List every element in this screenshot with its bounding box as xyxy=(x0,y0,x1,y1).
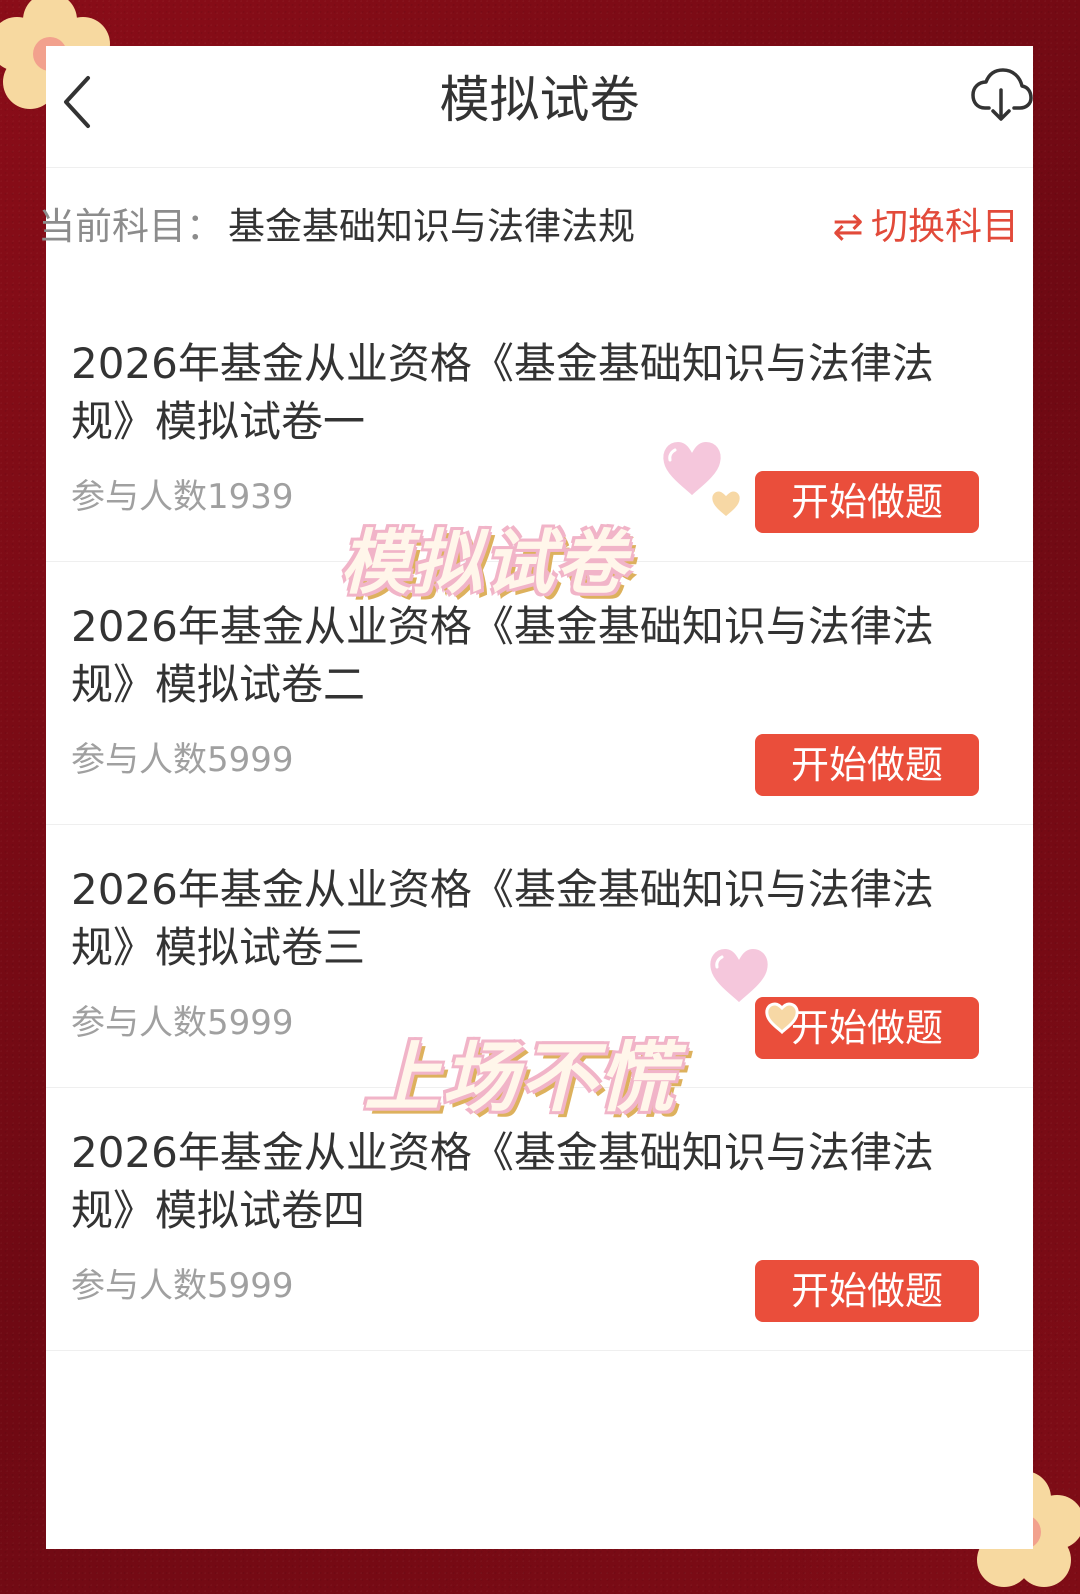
top-navigation: 模拟试卷 xyxy=(46,46,1033,168)
start-exam-button[interactable]: 开始做题 xyxy=(755,734,979,796)
subject-bar: 当前科目： 基金基础知识与法律法规 ⇄ 切换科目 xyxy=(38,168,1033,283)
exam-list: 2026年基金从业资格《基金基础知识与法律法规》模拟试卷一 参与人数1939 开… xyxy=(46,299,1033,1351)
participant-count: 参与人数1939 xyxy=(71,477,294,517)
exam-title: 2026年基金从业资格《基金基础知识与法律法规》模拟试卷一 xyxy=(71,339,934,446)
participant-count: 参与人数5999 xyxy=(71,740,294,780)
subject-label: 当前科目： xyxy=(38,205,223,248)
app-screen: 模拟试卷 当前科目： 基金基础知识与法律法规 ⇄ 切换科目 2026年基金从业资格… xyxy=(38,46,1033,1549)
start-exam-button[interactable]: 开始做题 xyxy=(755,1260,979,1322)
exam-title: 2026年基金从业资格《基金基础知识与法律法规》模拟试卷二 xyxy=(71,602,934,709)
start-exam-button[interactable]: 开始做题 xyxy=(755,471,979,533)
swap-icon: ⇄ xyxy=(832,205,864,248)
exam-title: 2026年基金从业资格《基金基础知识与法律法规》模拟试卷四 xyxy=(71,1128,934,1235)
page-title: 模拟试卷 xyxy=(439,71,640,129)
switch-subject-label: 切换科目 xyxy=(871,205,1019,248)
participant-count: 参与人数5999 xyxy=(71,1266,294,1306)
sticker-text: 模拟试卷 xyxy=(340,522,628,604)
heart-icon xyxy=(765,1002,799,1035)
subject-value: 基金基础知识与法律法规 xyxy=(228,205,635,248)
exam-card: 2026年基金从业资格《基金基础知识与法律法规》模拟试卷四 参与人数5999 开… xyxy=(46,1088,1033,1351)
exam-title: 2026年基金从业资格《基金基础知识与法律法规》模拟试卷三 xyxy=(71,865,934,972)
participant-count: 参与人数5999 xyxy=(71,1003,294,1043)
heart-icon xyxy=(709,488,743,521)
switch-subject-button[interactable]: ⇄ 切换科目 xyxy=(831,196,1019,250)
cloud-download-icon[interactable] xyxy=(969,66,1033,126)
sticker-text: 上场不慌 xyxy=(364,1033,676,1122)
